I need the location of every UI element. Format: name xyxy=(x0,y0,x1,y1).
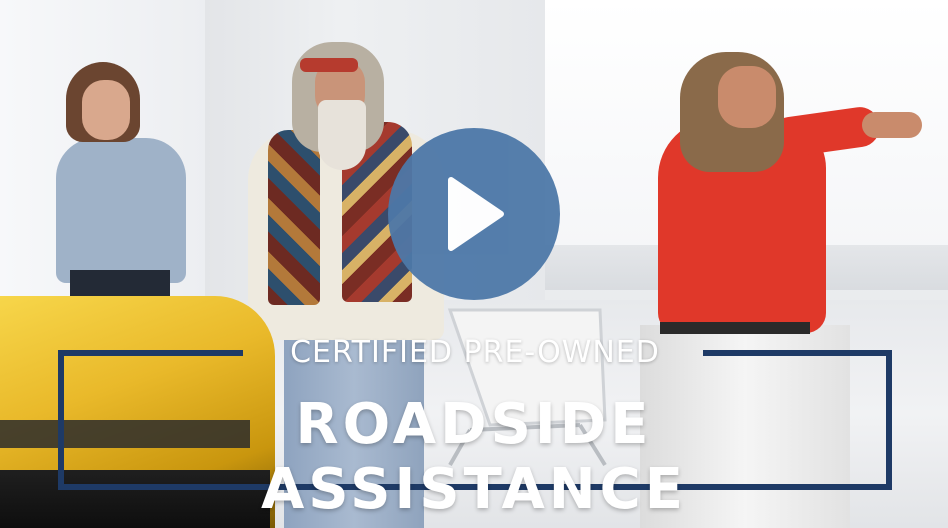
play-icon xyxy=(448,177,504,251)
video-thumbnail[interactable]: CERTIFIED PRE-OWNED ROADSIDE ASSISTANCE xyxy=(0,0,948,528)
video-title: ROADSIDE ASSISTANCE xyxy=(260,392,688,522)
play-button[interactable] xyxy=(388,128,560,300)
video-subtitle: CERTIFIED PRE-OWNED xyxy=(290,335,660,370)
